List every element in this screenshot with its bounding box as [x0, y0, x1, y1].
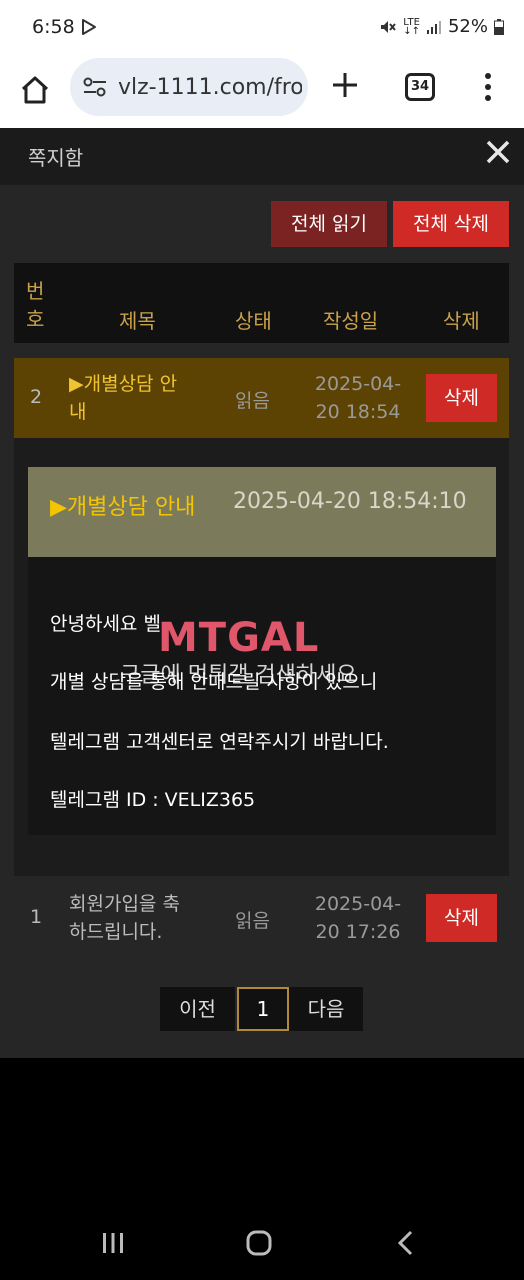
col-subject: 제목: [119, 309, 156, 333]
signal-icon: [426, 20, 441, 34]
page-title: 쪽지함: [28, 146, 84, 170]
delete-button[interactable]: 삭제: [426, 374, 497, 422]
message-line: 텔레그램 ID : VELIZ365: [50, 789, 256, 811]
back-icon[interactable]: [396, 1230, 416, 1256]
battery-icon: [494, 18, 504, 35]
message-line: 텔레그램 고객센터로 연락주시기 바랍니다.: [50, 731, 389, 753]
status-time: 6:58: [32, 16, 75, 38]
status-bar: 6:58 LTE ↓↑ 52%: [0, 0, 524, 56]
read-all-button[interactable]: 전체 읽기: [271, 201, 387, 247]
row-date-line1: 2025-04-: [314, 893, 402, 915]
row-date: 2025-04- 20 17:26: [298, 890, 418, 946]
watermark-logo-text: MTGAL: [158, 615, 320, 661]
message-detail-panel: ▶개별상담 안내 2025-04-20 18:54:10 안녕하세요 벨 개별 …: [14, 438, 509, 876]
table-row[interactable]: 1 회원가입을 축 하드립니다. 읽음 2025-04- 20 17:26 삭제: [14, 878, 509, 958]
col-date: 작성일: [323, 309, 379, 333]
watermark-caption: 구글에 먹튀갤 검색하세요: [120, 663, 357, 688]
col-number-1: 번: [26, 279, 45, 303]
browser-toolbar: vlz-1111.com/front 34: [0, 56, 524, 128]
row-date-line2: 20 17:26: [315, 921, 401, 943]
watermark-logo: MTGAL: [158, 615, 319, 661]
message-card: ▶개별상담 안내 2025-04-20 18:54:10 안녕하세요 벨 개별 …: [28, 467, 496, 835]
col-status: 상태: [235, 309, 272, 333]
pagination-next[interactable]: 다음: [289, 987, 363, 1031]
row-date: 2025-04- 20 18:54: [298, 370, 418, 426]
home-icon[interactable]: [18, 73, 52, 107]
row-number: 1: [30, 906, 43, 928]
page-header: 쪽지함: [0, 128, 524, 185]
mute-icon: [381, 20, 396, 33]
row-subject[interactable]: ▶개별상담 안 내: [69, 370, 219, 426]
col-number-2: 호: [26, 307, 45, 331]
row-date-line1: 2025-04-: [314, 373, 402, 395]
delete-all-button[interactable]: 전체 삭제: [393, 201, 509, 247]
close-icon[interactable]: [484, 138, 512, 166]
message-header: ▶개별상담 안내 2025-04-20 18:54:10: [28, 467, 496, 557]
address-bar[interactable]: vlz-1111.com/front: [70, 58, 308, 116]
message-datetime: 2025-04-20 18:54:10: [233, 489, 467, 514]
message-line: 안녕하세요 벨: [50, 613, 161, 635]
message-box-page: 쪽지함 전체 읽기 전체 삭제 번 호 제목 상태 작성일 삭제 2 ▶개별상담…: [0, 128, 524, 1058]
play-store-icon: [82, 19, 96, 35]
site-settings-icon[interactable]: [82, 76, 108, 98]
network-arrows: ↓↑: [403, 25, 420, 37]
android-nav-bar: [0, 1210, 524, 1280]
new-tab-icon[interactable]: [328, 68, 362, 102]
delete-button[interactable]: 삭제: [426, 894, 497, 942]
row-status: 읽음: [235, 390, 270, 412]
network-type: LTE ↓↑: [403, 17, 420, 37]
table-header: 번 호 제목 상태 작성일 삭제: [14, 263, 509, 343]
pagination-current[interactable]: 1: [237, 987, 289, 1031]
row-subject-line1: 회원가입을 축: [69, 893, 180, 915]
row-date-line2: 20 18:54: [315, 401, 401, 423]
url-text: vlz-1111.com/front: [118, 75, 302, 100]
row-subject-line2: 내: [69, 401, 87, 423]
row-number: 2: [30, 386, 43, 408]
table-row[interactable]: 2 ▶개별상담 안 내 읽음 2025-04- 20 18:54 삭제: [14, 358, 509, 438]
home-nav-icon[interactable]: [246, 1230, 272, 1256]
more-options-icon[interactable]: [480, 70, 496, 104]
row-subject[interactable]: 회원가입을 축 하드립니다.: [69, 890, 219, 946]
row-subject-line1: ▶개별상담 안: [69, 373, 178, 395]
recent-apps-icon[interactable]: [101, 1232, 125, 1254]
col-delete: 삭제: [443, 309, 480, 333]
row-status: 읽음: [235, 910, 270, 932]
message-title: ▶개별상담 안내: [50, 495, 196, 520]
row-subject-line2: 하드립니다.: [69, 921, 163, 943]
status-right: LTE ↓↑ 52%: [379, 16, 504, 37]
battery-percent: 52%: [447, 16, 488, 37]
pagination-prev[interactable]: 이전: [160, 987, 235, 1031]
tab-switcher-button[interactable]: 34: [405, 73, 435, 101]
